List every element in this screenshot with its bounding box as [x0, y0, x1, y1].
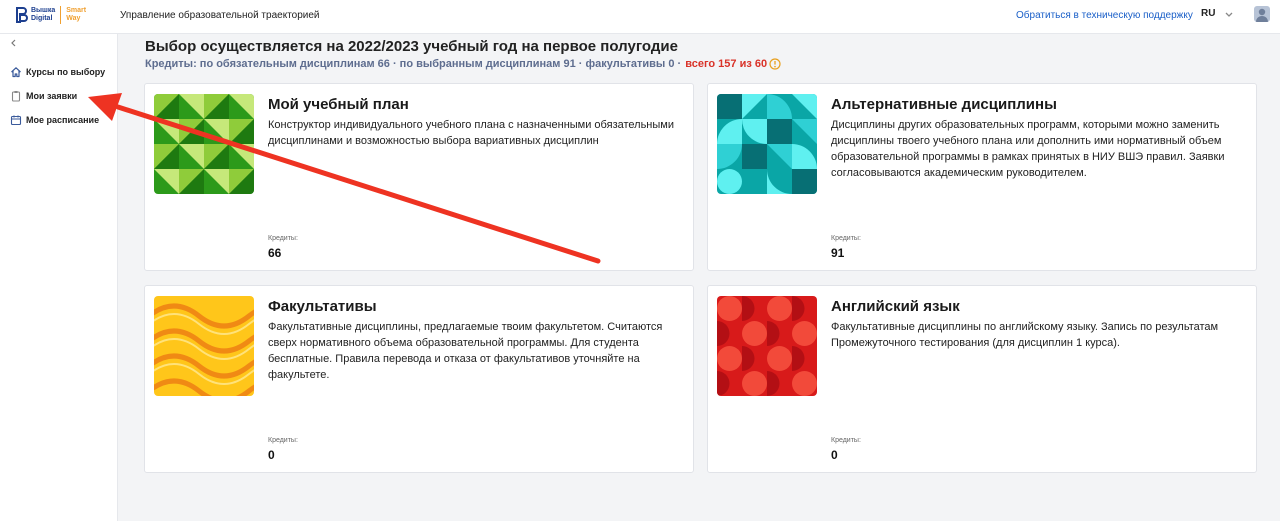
hse-logo-icon [16, 7, 28, 23]
user-icon [1256, 8, 1268, 22]
card-credits-value: 0 [268, 448, 275, 462]
electives-illustration [154, 296, 254, 396]
card-title: Альтернативные дисциплины [831, 96, 1057, 113]
language-value: RU [1201, 8, 1216, 19]
page-title: Выбор осуществляется на 2022/2023 учебны… [145, 38, 678, 55]
warning-icon[interactable] [769, 58, 781, 70]
card-credits-value: 66 [268, 246, 282, 260]
study-plan-illustration [154, 94, 254, 194]
avatar[interactable] [1254, 6, 1270, 22]
sidebar-item-courses[interactable]: Курсы по выбору [10, 66, 105, 78]
logo-separator [60, 6, 62, 24]
card-english[interactable]: Английский язык Факультативные дисциплин… [707, 285, 1257, 473]
logo-line-2: Digital [31, 15, 53, 22]
main-content: Выбор осуществляется на 2022/2023 учебны… [118, 34, 1280, 521]
card-description: Факультативные дисциплины, предлагаемые … [268, 321, 663, 381]
support-link[interactable]: Обратиться в техническую поддержку [1016, 10, 1193, 21]
card-description: Факультативные дисциплины по английскому… [831, 321, 1219, 349]
sidebar-item-my-requests[interactable]: Мои заявки [10, 90, 77, 102]
sidebar-item-label: Курсы по выбору [26, 67, 106, 77]
alternative-disciplines-illustration [717, 94, 817, 194]
sidebar-item-label: Мое расписание [26, 115, 100, 125]
sidebar-item-label: Мои заявки [26, 91, 78, 101]
card-credits-label: Кредиты: [831, 235, 861, 242]
credits-breakdown: Кредиты: по обязательным дисциплинам 66 … [145, 58, 682, 70]
top-bar: Вышка Digital Smart Way Управление образ… [0, 0, 1280, 34]
sidebar-item-schedule[interactable]: Мое расписание [10, 114, 99, 126]
card-credits-label: Кредиты: [268, 235, 298, 242]
card-title: Факультативы [268, 298, 377, 315]
chevron-left-icon[interactable] [9, 38, 19, 48]
english-illustration [717, 296, 817, 396]
card-title: Английский язык [831, 298, 960, 315]
sidebar: Курсы по выбору Мои заявки Мое расписани… [0, 34, 118, 521]
logo-line-3: Smart [66, 7, 87, 14]
logo-text-primary: Вышка Digital [28, 7, 55, 23]
logo-text-secondary: Smart Way [66, 7, 86, 23]
home-icon [11, 67, 21, 78]
logo-line-4: Way [66, 15, 81, 22]
calendar-icon [10, 115, 22, 126]
card-study-plan[interactable]: Мой учебный план Конструктор индивидуаль… [144, 83, 694, 271]
card-credits-label: Кредиты: [268, 437, 298, 444]
language-select[interactable]: RU [1201, 8, 1234, 19]
card-credits-value: 91 [831, 246, 845, 260]
credits-summary: Кредиты: по обязательным дисциплинам 66 … [145, 58, 781, 70]
app-title: Управление образовательной траекторией [120, 10, 320, 21]
card-alternative-disciplines[interactable]: Альтернативные дисциплины Дисциплины дру… [707, 83, 1257, 271]
logo-line-1: Вышка [31, 7, 56, 14]
card-description: Конструктор индивидуального учебного пла… [268, 119, 674, 147]
card-description: Дисциплины других образовательных програ… [831, 119, 1225, 179]
logo[interactable]: Вышка Digital Smart Way [16, 6, 86, 24]
card-credits-value: 0 [831, 448, 838, 462]
credits-total: всего 157 из 60 [685, 58, 768, 70]
card-credits-label: Кредиты: [831, 437, 861, 444]
card-electives[interactable]: Факультативы Факультативные дисциплины, … [144, 285, 694, 473]
card-title: Мой учебный план [268, 96, 409, 113]
clipboard-icon [11, 91, 21, 102]
chevron-down-icon [1225, 12, 1233, 17]
